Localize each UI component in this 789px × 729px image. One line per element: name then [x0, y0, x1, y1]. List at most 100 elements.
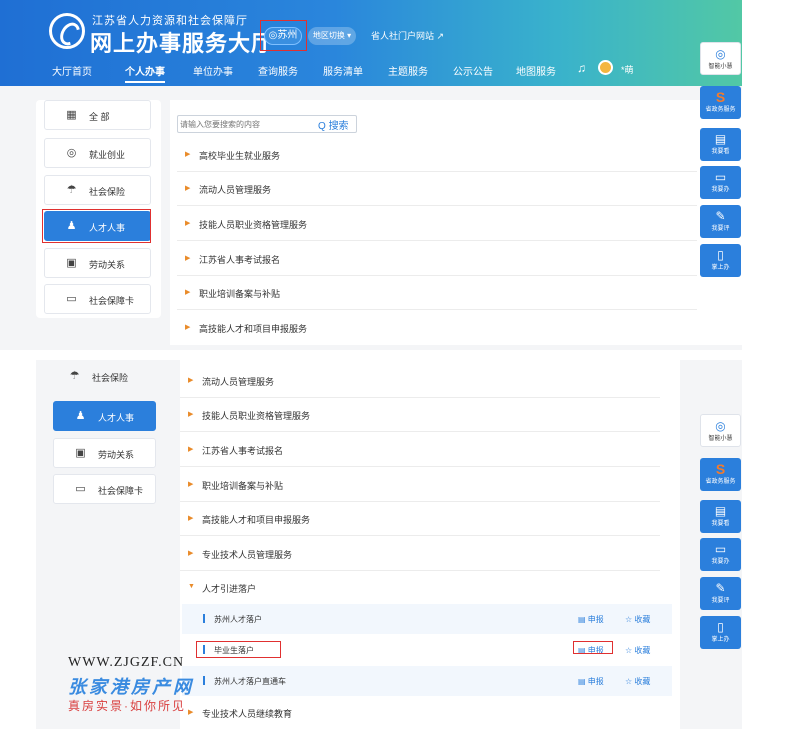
gov-service-button[interactable]: S 省政务服务 [700, 86, 741, 119]
smart-assistant-button[interactable]: ◎ 智能小慧 [700, 414, 741, 447]
search-box: Q 搜索 [177, 115, 357, 133]
monitor-icon: ▭ [714, 542, 727, 556]
service-item[interactable]: ▶ 职业培训备案与补贴 [177, 276, 697, 310]
highlight-box-talent [42, 209, 151, 243]
sidebar-item-insurance[interactable]: ☂ 社会保险 [44, 175, 151, 205]
sidebar-item-employment[interactable]: ◎ 就业创业 [44, 138, 151, 168]
service-item[interactable]: ▶ 技能人员职业资格管理服务 [180, 398, 660, 432]
service-item[interactable]: ▶ 专业技术人员管理服务 [180, 537, 660, 571]
service-panel-scrolled: ▶ 流动人员管理服务 ▶ 技能人员职业资格管理服务 ▶ 江苏省人事考试报名 ▶ 职业培训… [180, 360, 680, 729]
gov-logo-icon: S [715, 89, 726, 105]
nav-unit[interactable]: 单位办事 [193, 63, 233, 78]
rate-button[interactable]: ✎ 我要评 [700, 205, 741, 238]
bell-icon[interactable]: ♫ [577, 61, 586, 75]
caret-right-icon: ▶ [185, 185, 191, 192]
document-icon: ▤ [714, 504, 727, 518]
logo-icon [49, 13, 85, 49]
umbrella-icon: ☂ [66, 184, 77, 196]
floating-toolbar: ◎ 智能小慧 S 省政务服务 ▤ 我要看 ▭ 我要办 ✎ 我要评 ▯ 掌上办 [700, 42, 741, 277]
top-screenshot: 江苏省人力资源和社会保障厅 网上办事服务大厅 ◎苏州 地区切换 ▾ 省人社门户网… [0, 0, 742, 350]
sidebar-item-talent[interactable]: ♟ 人才人事 [53, 401, 156, 431]
mobile-button[interactable]: ▯ 掌上办 [700, 244, 741, 277]
apply-button[interactable]: ▤ 申报 [578, 614, 604, 625]
labor-icon: ▣ [75, 447, 86, 459]
apply-button[interactable]: ▤ 申报 [578, 676, 604, 687]
username[interactable]: *萌 [621, 63, 634, 76]
mobile-button[interactable]: ▯ 掌上办 [700, 616, 741, 649]
phone-icon: ▯ [717, 248, 724, 262]
portal-link[interactable]: 省人社门户网站 ↗ [371, 29, 444, 42]
service-item[interactable]: ▶ 高技能人才和项目申报服务 [177, 311, 697, 345]
edit-icon: ✎ [715, 581, 726, 595]
category-sidebar-scrolled: ☂ 社会保险 ♟ 人才人事 ▣ 劳动关系 ▭ 社会保障卡 [40, 360, 165, 510]
highlight-box-graduate [196, 641, 281, 658]
nav-list[interactable]: 服务清单 [323, 63, 363, 78]
view-button[interactable]: ▤ 我要看 [700, 128, 741, 161]
sidebar-item-labor[interactable]: ▣ 劳动关系 [44, 248, 151, 278]
service-panel: Q 搜索 ▶高校毕业生就业服务 ▶流动人员管理服务 ▶技能人员职业资格管理服务 … [170, 100, 742, 345]
grid-icon: ▦ [66, 109, 77, 121]
service-item-expanded[interactable]: ▼ 人才引进落户 [180, 571, 660, 605]
service-item[interactable]: ▶ 流动人员管理服务 [180, 364, 660, 398]
service-item[interactable]: ▶ 高校毕业生就业服务 [177, 138, 697, 172]
gov-logo-icon: S [715, 461, 726, 477]
nav-map[interactable]: 地图服务 [516, 63, 556, 78]
floating-toolbar-scrolled: ◎ 智能小慧 S 省政务服务 ▤ 我要看 ▭ 我要办 ✎ 我要评 ▯ 掌上办 [700, 414, 741, 649]
caret-right-icon: ▶ [188, 481, 194, 488]
employment-icon: ◎ [66, 147, 77, 159]
sub-item[interactable]: 苏州人才落户 ▤ 申报 ☆ 收藏 [182, 604, 672, 634]
caret-right-icon: ▶ [188, 550, 194, 557]
service-item[interactable]: ▶ 江苏省人事考试报名 [180, 433, 660, 467]
sidebar-item-labor[interactable]: ▣ 劳动关系 [53, 438, 156, 468]
service-item[interactable]: ▶ 流动人员管理服务 [177, 172, 697, 206]
caret-right-icon: ▶ [185, 324, 191, 331]
gov-service-button[interactable]: S 省政务服务 [700, 458, 741, 491]
monitor-icon: ▭ [714, 170, 727, 184]
service-item[interactable]: ▶ 江苏省人事考试报名 [177, 242, 697, 276]
smart-assistant-button[interactable]: ◎ 智能小慧 [700, 42, 741, 75]
search-button[interactable]: Q 搜索 [318, 117, 349, 132]
site-title[interactable]: 网上办事服务大厅 [90, 26, 274, 58]
umbrella-icon: ☂ [69, 370, 80, 382]
avatar[interactable] [598, 60, 613, 75]
document-icon: ▤ [714, 132, 727, 146]
sub-item[interactable]: 苏州人才落户直通车 ▤ 申报 ☆ 收藏 [182, 666, 672, 696]
sidebar-item-all[interactable]: ▦ 全 部 [44, 100, 151, 130]
highlight-box-city [260, 20, 307, 51]
do-button[interactable]: ▭ 我要办 [700, 166, 741, 199]
region-switch-button[interactable]: 地区切换 ▾ [308, 27, 356, 45]
view-button[interactable]: ▤ 我要看 [700, 500, 741, 533]
watermark-url: WWW.ZJGZF.CN [68, 655, 185, 670]
search-input[interactable] [180, 118, 312, 130]
header: 江苏省人力资源和社会保障厅 网上办事服务大厅 ◎苏州 地区切换 ▾ 省人社门户网… [0, 0, 742, 86]
watermark-slogan: 真房实景·如你所见 [68, 699, 186, 713]
caret-right-icon: ▶ [185, 289, 191, 296]
caret-right-icon: ▶ [188, 515, 194, 522]
caret-right-icon: ▶ [188, 411, 194, 418]
caret-right-icon: ▶ [188, 446, 194, 453]
watermark-name: 张家港房产网 [68, 677, 194, 697]
sidebar-item-card[interactable]: ▭ 社会保障卡 [44, 284, 151, 314]
rate-button[interactable]: ✎ 我要评 [700, 577, 741, 610]
nav-personal[interactable]: 个人办事 [125, 63, 165, 83]
sidebar-item-insurance[interactable]: ☂ 社会保险 [48, 362, 155, 392]
labor-icon: ▣ [66, 257, 77, 269]
caret-down-icon: ▼ [188, 583, 195, 590]
service-item[interactable]: ▶ 职业培训备案与补贴 [180, 468, 660, 502]
sidebar-item-card[interactable]: ▭ 社会保障卡 [53, 474, 156, 504]
search-icon: Q [318, 121, 326, 132]
nav-query[interactable]: 查询服务 [258, 63, 298, 78]
do-button[interactable]: ▭ 我要办 [700, 538, 741, 571]
nav-home[interactable]: 大厅首页 [52, 63, 92, 78]
favorite-button[interactable]: ☆ 收藏 [625, 676, 650, 687]
service-item[interactable]: ▶ 高技能人才和项目申报服务 [180, 502, 660, 536]
phone-icon: ▯ [717, 620, 724, 634]
nav-theme[interactable]: 主题服务 [388, 63, 428, 78]
service-item[interactable]: ▶ 专业技术人员继续教育 [180, 696, 660, 729]
favorite-button[interactable]: ☆ 收藏 [625, 614, 650, 625]
nav-notice[interactable]: 公示公告 [453, 63, 493, 78]
service-item[interactable]: ▶ 技能人员职业资格管理服务 [177, 207, 697, 241]
favorite-button[interactable]: ☆ 收藏 [625, 645, 650, 656]
robot-icon: ◎ [715, 47, 726, 61]
people-icon: ♟ [75, 410, 86, 422]
